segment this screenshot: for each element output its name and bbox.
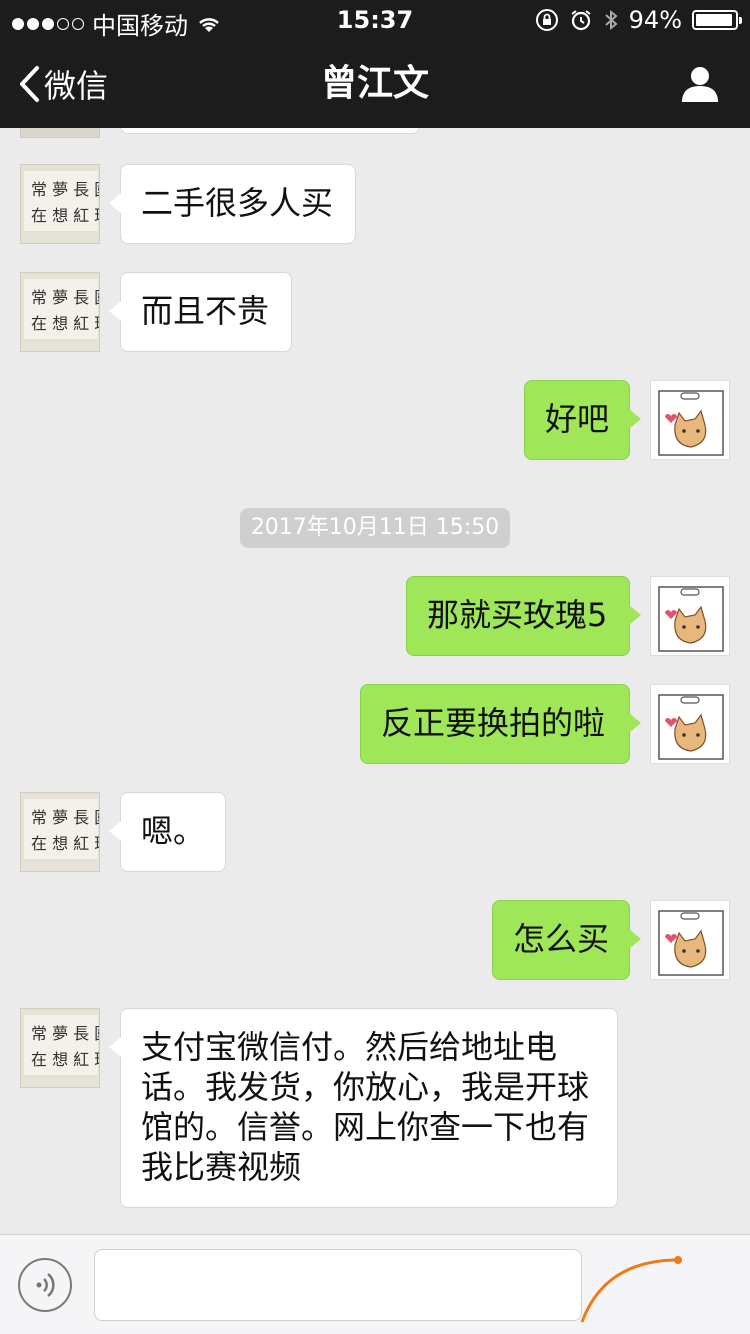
svg-text:常 夢 長 國: 常 夢 長 國 [31,1024,100,1043]
message-text: 那就买玫瑰5 [427,596,608,634]
contact-avatar[interactable]: 常 夢 長 國 在 想 紅 球 [20,792,100,872]
message-text: 而且不贵 [141,292,270,330]
cat-avatar-image [651,901,729,979]
contact-avatar[interactable]: 常 夢 長 國 在 想 紅 球 [20,1008,100,1088]
bluetooth-icon [604,9,618,31]
voice-icon [36,1273,55,1297]
message-text: 怎么买 [513,920,610,958]
alarm-icon [571,10,591,31]
my-avatar[interactable] [650,684,730,764]
message-bubble[interactable]: 反正要换拍的啦 [360,684,641,764]
svg-text:常 夢 長 國: 常 夢 長 國 [31,180,100,199]
message-bubble[interactable]: 嗯。 [109,792,226,872]
chevron-left-icon [20,66,39,102]
message-bubble[interactable]: 那就买玫瑰5 [406,576,641,656]
message-bubble[interactable]: 二手很多人买 [109,164,356,244]
message-bubble-partial[interactable] [120,128,420,134]
cat-avatar-image [651,381,729,459]
chat-screen: 中国移动 15:37 94% 微信 曾江文 常 夢 長 在 想 紅 二手很多人买… [0,0,750,1334]
message-text: 嗯。 [141,812,206,850]
my-avatar[interactable] [650,900,730,980]
message-text: 反正要换拍的啦 [381,704,606,742]
calligraphy-avatar-image: 常 夢 長 國 在 想 紅 球 [21,165,100,243]
nav-bar: 微信 曾江文 [0,40,750,128]
contact-avatar[interactable] [20,128,100,138]
calligraphy-avatar-image: 常 夢 長 國 在 想 紅 球 [21,793,100,871]
message-bubble[interactable]: 怎么买 [492,900,641,980]
message-text: 好吧 [545,400,610,438]
timestamp-divider: 2017年10月11日 15:50 [240,508,510,548]
calligraphy-avatar-image: 常 夢 長 國 在 想 紅 球 [21,1009,100,1087]
orientation-lock-icon [535,9,558,31]
chat-area[interactable]: 常 夢 長 國 在 想 紅 球 二手很多人买 常 夢 長 國 在 想 紅 球 而… [0,128,750,1234]
voice-button[interactable] [18,1258,72,1312]
svg-text:常 夢 長 國: 常 夢 長 國 [31,808,100,827]
message-bubble[interactable]: 支付宝微信付。然后给地址电话。我发货，你放心，我是开球馆的。信誉。网上你查一下也… [109,1008,618,1208]
message-text: 支付宝微信付。然后给地址电话。我发货，你放心，我是开球馆的。信誉。网上你查一下也… [141,1028,590,1186]
battery-percent: 94% [628,6,682,34]
my-avatar[interactable] [650,380,730,460]
battery-icon [692,10,742,30]
message-bubble[interactable]: 好吧 [524,380,641,460]
calligraphy-avatar-image: 常 夢 長 國 在 想 紅 球 [21,273,100,351]
cat-avatar-image [651,685,729,763]
svg-text:常 夢 長 國: 常 夢 長 國 [31,288,100,307]
cat-avatar-image [651,577,729,655]
back-label: 微信 [44,67,109,105]
status-bar: 中国移动 15:37 94% [0,0,750,40]
message-bubble[interactable]: 而且不贵 [109,272,292,352]
svg-text:在 想 紅 球: 在 想 紅 球 [31,314,100,333]
svg-text:在 想 紅 球: 在 想 紅 球 [31,1050,100,1069]
my-avatar[interactable] [650,576,730,656]
message-text: 二手很多人买 [141,184,334,222]
chat-title: 曾江文 [320,63,429,104]
input-bar [0,1234,750,1334]
contact-avatar[interactable]: 常 夢 長 國 在 想 紅 球 [20,272,100,352]
message-input[interactable] [94,1249,582,1321]
back-button[interactable]: 微信 [18,40,108,128]
contact-avatar[interactable]: 常 夢 長 國 在 想 紅 球 [20,164,100,244]
svg-text:在 想 紅 球: 在 想 紅 球 [31,834,100,853]
svg-text:在 想 紅 球: 在 想 紅 球 [31,206,100,225]
person-icon[interactable] [680,64,720,104]
